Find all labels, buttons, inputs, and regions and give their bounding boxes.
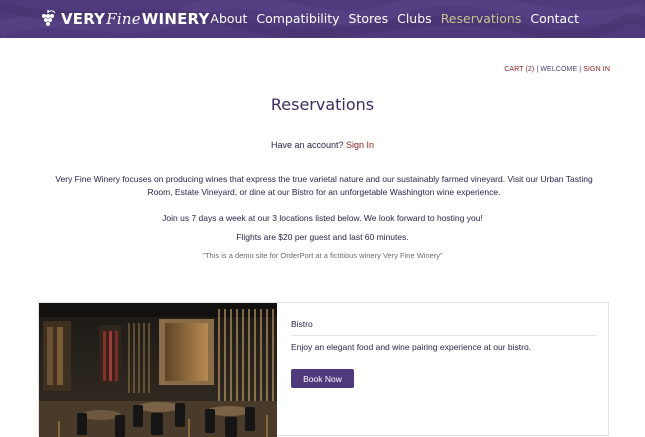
book-now-button[interactable]: Book Now bbox=[291, 369, 354, 388]
nav-contact[interactable]: Contact bbox=[530, 11, 579, 26]
bistro-photo bbox=[39, 303, 277, 437]
nav-compatibility[interactable]: Compatibility bbox=[256, 11, 339, 26]
sign-in-button[interactable]: Sign In bbox=[346, 140, 374, 150]
nav-reservations[interactable]: Reservations bbox=[441, 11, 522, 26]
location-card-body: Bistro Enjoy an elegant food and wine pa… bbox=[291, 319, 596, 388]
hours-text: Join us 7 days a week at our 3 locations… bbox=[162, 213, 483, 223]
have-account-prompt: Have an account? Sign In bbox=[0, 140, 645, 150]
location-description: Enjoy an elegant food and wine pairing e… bbox=[291, 342, 532, 352]
welcome-text: WELCOME bbox=[540, 66, 578, 73]
main-nav: About Compatibility Stores Clubs Reserva… bbox=[201, 11, 579, 26]
flights-text: Flights are $20 per guest and last 60 mi… bbox=[236, 232, 409, 242]
site-logo[interactable]: VERYFineWINERY bbox=[38, 8, 210, 30]
nav-about[interactable]: About bbox=[210, 11, 247, 26]
nav-stores[interactable]: Stores bbox=[349, 11, 389, 26]
location-card-bistro: Bistro Enjoy an elegant food and wine pa… bbox=[38, 302, 609, 437]
sign-in-link[interactable]: SIGN IN bbox=[583, 66, 610, 73]
logo-wordmark: VERYFineWINERY bbox=[61, 10, 210, 28]
nav-clubs[interactable]: Clubs bbox=[397, 11, 432, 26]
grape-icon bbox=[42, 10, 56, 26]
restaurant-interior-image bbox=[39, 303, 277, 437]
top-navigation-bar: VERYFineWINERY About Compatibility Store… bbox=[0, 0, 645, 38]
demo-disclaimer: "This is a demo site for OrderPort at a … bbox=[202, 251, 443, 260]
location-name: Bistro bbox=[291, 319, 596, 336]
page-title: Reservations bbox=[270, 95, 375, 114]
account-links: CART (2) | WELCOME | SIGN IN bbox=[504, 66, 610, 73]
cart-link[interactable]: CART (2) bbox=[504, 66, 534, 73]
intro-paragraph: Very Fine Winery focuses on producing wi… bbox=[55, 174, 593, 197]
have-account-text: Have an account? bbox=[270, 140, 347, 150]
